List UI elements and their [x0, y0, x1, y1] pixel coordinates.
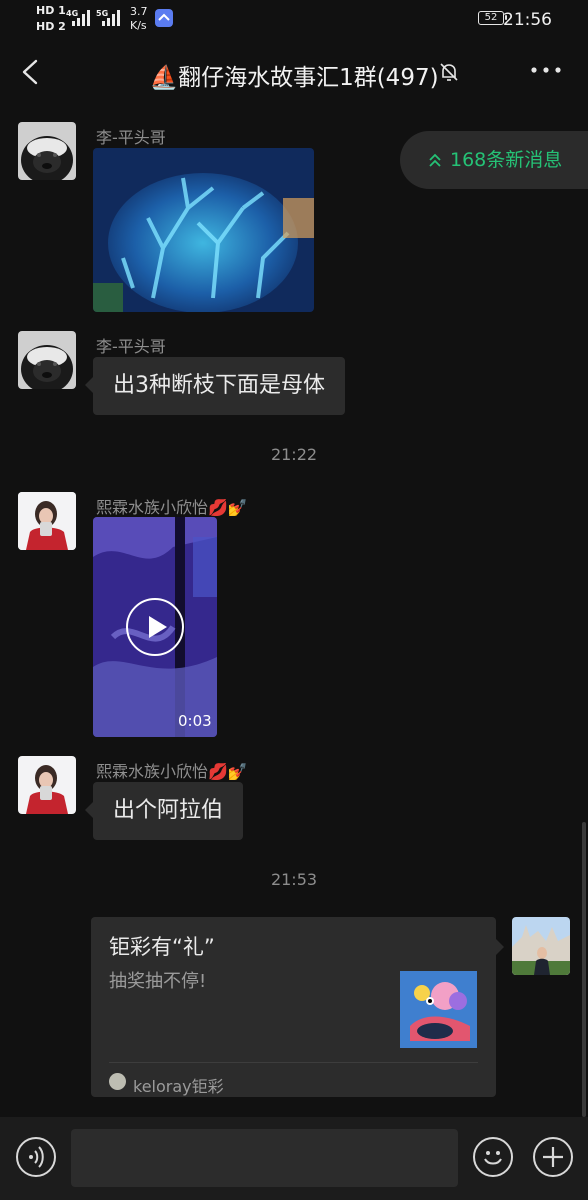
input-bar — [0, 1117, 588, 1200]
mute-bell-icon — [440, 63, 458, 81]
signal-icon-2 — [102, 10, 120, 26]
emoji-icon — [484, 1151, 502, 1165]
link-card[interactable]: 钜彩有“礼” 抽奖抽不停! keloray钜彩 — [91, 917, 504, 1097]
timestamp: 21:22 — [270, 445, 318, 464]
clock: 21:56 — [503, 10, 552, 30]
status-bar: HD 1 HD 2 4G 5G 3.7 K/s 52 21:56 — [0, 0, 588, 38]
double-chevron-up-icon — [429, 153, 441, 167]
chat-header: ⛵翻仔海水故事汇1群(497) — [0, 38, 588, 106]
sender-name: 熙霖水族小欣怡💋💅 — [96, 762, 248, 781]
emoji-button[interactable] — [473, 1137, 513, 1177]
plus-icon — [543, 1147, 563, 1167]
plus-button[interactable] — [533, 1137, 573, 1177]
sender-name: 李-平头哥 — [96, 337, 166, 356]
message-input[interactable] — [71, 1129, 458, 1187]
message-bubble[interactable]: 出个阿拉伯 — [84, 782, 244, 840]
card-divider — [109, 1062, 478, 1063]
card-source: keloray钜彩 — [133, 1077, 224, 1096]
card-description: 抽奖抽不停! — [109, 971, 207, 992]
coral-photo[interactable] — [93, 148, 314, 312]
my-avatar[interactable] — [512, 917, 570, 975]
net-speed-value: 3.7 — [130, 5, 148, 18]
signal-icon — [72, 10, 90, 26]
voice-icon — [29, 1146, 44, 1168]
card-thumbnail — [400, 971, 477, 1048]
timestamp: 21:53 — [270, 870, 318, 889]
source-logo-icon — [109, 1073, 126, 1090]
video-duration: 0:03 — [178, 712, 212, 730]
sim2-label: HD 2 — [36, 20, 66, 33]
card-title: 钜彩有“礼” — [109, 935, 215, 959]
sim1-label: HD 1 — [36, 4, 66, 17]
sender-name: 熙霖水族小欣怡💋💅 — [96, 498, 248, 517]
play-button-icon[interactable] — [126, 598, 184, 656]
sender-name: 李-平头哥 — [96, 128, 166, 147]
scrollbar[interactable] — [582, 822, 586, 1117]
app-notification-icon — [155, 9, 173, 27]
avatar[interactable] — [18, 756, 76, 814]
battery-icon: 52 — [478, 11, 507, 25]
avatar[interactable] — [18, 492, 76, 550]
net-speed-unit: K/s — [130, 19, 147, 32]
more-dots-icon[interactable] — [528, 60, 564, 80]
avatar[interactable] — [18, 122, 76, 180]
message-bubble[interactable]: 出3种断枝下面是母体 — [85, 357, 345, 415]
chat-title: ⛵翻仔海水故事汇1群(497) — [149, 65, 439, 91]
voice-button[interactable] — [16, 1137, 56, 1177]
avatar[interactable] — [18, 331, 76, 389]
